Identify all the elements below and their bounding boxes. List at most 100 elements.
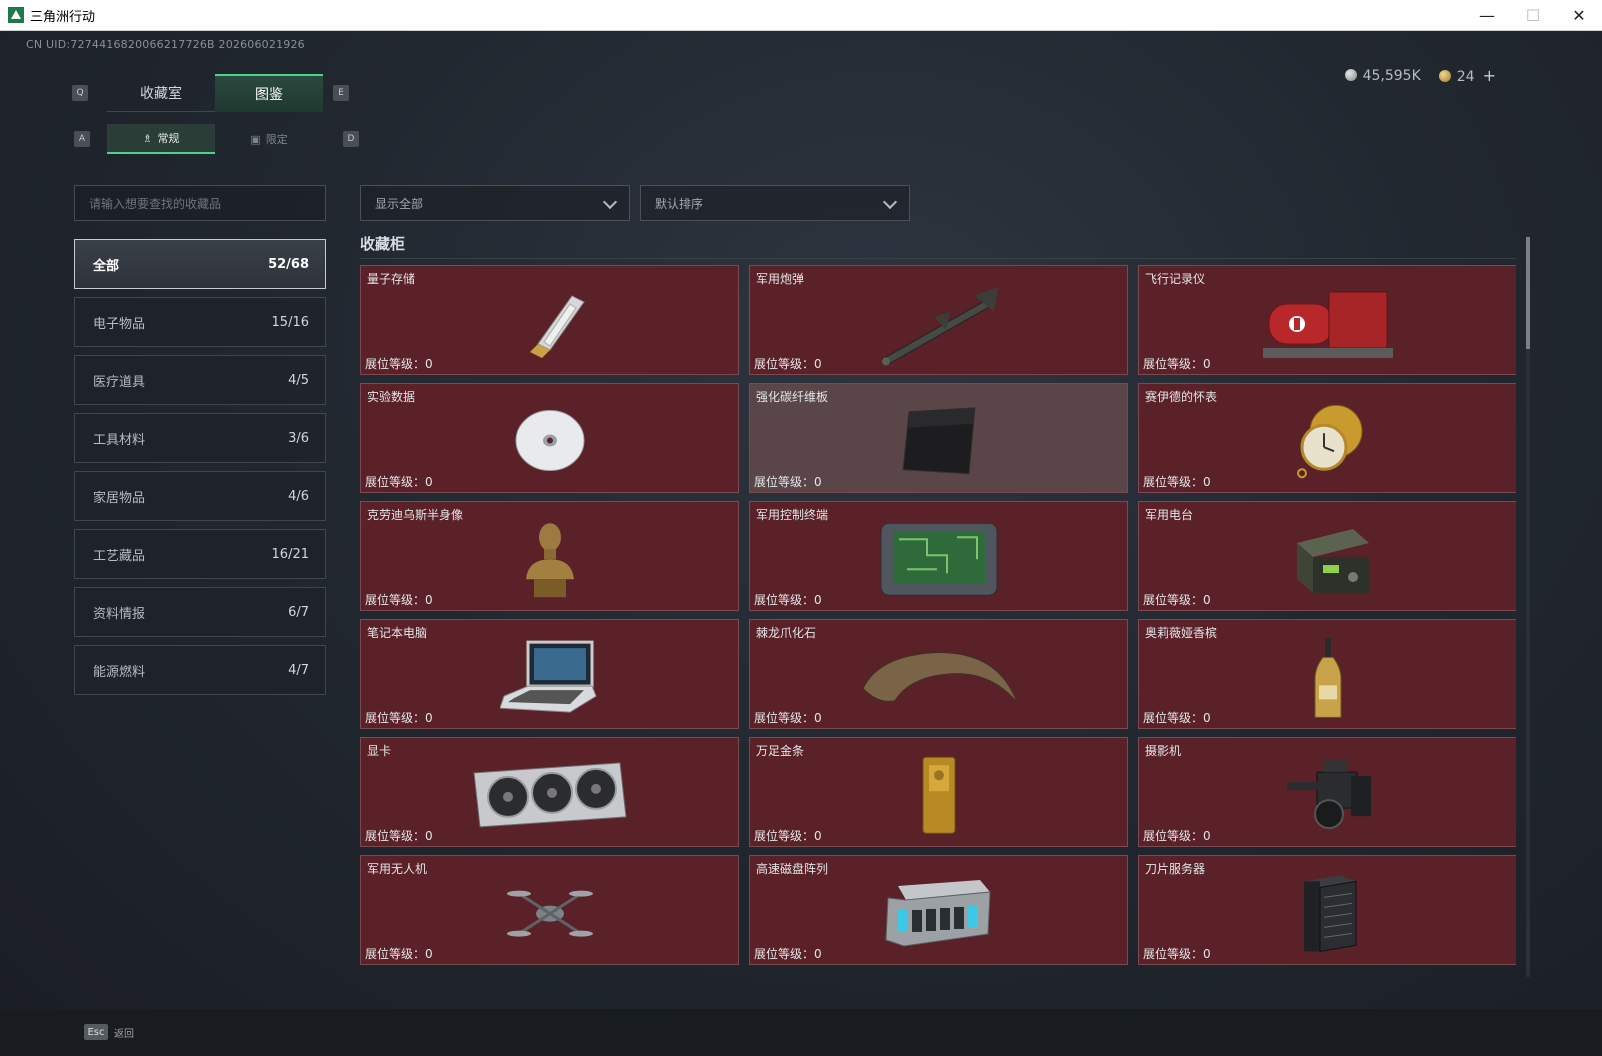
item-name: 赛伊德的怀表 [1145,390,1218,404]
item-level: 展位等级：0 [754,475,822,489]
item-card[interactable]: 军用无人机 展位等级：0 [360,855,739,965]
item-level: 展位等级：0 [1143,711,1211,725]
gold-currency: 24 + [1438,66,1496,85]
item-name: 强化碳纤维板 [756,390,829,404]
pocket-watch-icon [1296,404,1362,479]
subtab-regular[interactable]: ♗ 常规 [107,124,215,154]
item-name: 棘龙爪化石 [756,626,817,640]
add-currency-button[interactable]: + [1483,66,1496,85]
category-label: 能源燃料 [93,664,146,680]
item-name: 克劳迪乌斯半身像 [367,508,464,522]
minimize-button[interactable]: — [1464,0,1510,31]
uid-label: CN UID:7274416820066217726B 202606021926 [26,38,305,51]
category-household[interactable]: 家居物品 4/6 [74,471,326,521]
item-name: 笔记本电脑 [367,626,428,640]
bottom-bar [0,1009,1602,1056]
window-titlebar: 三角洲行动 — ☐ ✕ [0,0,1602,31]
item-card[interactable]: 棘龙爪化石 展位等级：0 [749,619,1128,729]
flight-recorder-icon [1262,291,1393,358]
item-name: 显卡 [367,744,392,758]
usb-storage-icon [529,295,585,358]
item-card[interactable]: 显卡 展位等级：0 [360,737,739,847]
category-medical[interactable]: 医疗道具 4/5 [74,355,326,405]
bottle-icon: ♗ [142,131,153,145]
category-label: 工具材料 [93,432,146,448]
item-card[interactable]: 刀片服务器 展位等级：0 [1138,855,1516,965]
item-card[interactable]: 实验数据 展位等级：0 [360,383,739,493]
sort-dropdown[interactable]: 默认排序 [640,185,910,221]
key-hint-prev-tab: Q [72,85,88,101]
item-level: 展位等级：0 [754,357,822,371]
category-all[interactable]: 全部 52/68 [74,239,326,289]
category-list: 全部 52/68 电子物品 15/16 医疗道具 4/5 工具材料 3/6 家居物品 4/… [74,239,326,703]
gold-amount: 24 [1456,69,1475,85]
tab-catalog[interactable]: 图鉴 [215,74,323,112]
key-hint-next-tab: E [333,85,349,101]
item-card[interactable]: 军用电台 展位等级：0 [1138,501,1516,611]
key-hint-next-subtab: D [343,131,359,147]
carbon-plate-icon [901,407,976,475]
category-tools[interactable]: 工具材料 3/6 [74,413,326,463]
item-card[interactable]: 军用炮弹 展位等级：0 [749,265,1128,375]
item-level: 展位等级：0 [365,711,433,725]
currency-bar: 45,595K 24 + [1344,66,1496,85]
window-controls: — ☐ ✕ [1464,0,1602,31]
item-level: 展位等级：0 [754,593,822,607]
item-grid: 量子存储 展位等级：0 军用炮弹 展位等级：0 飞行记录仪 展位等级：0 实验数… [360,265,1516,975]
item-name: 万足金条 [756,744,805,758]
category-label: 资料情报 [93,606,146,622]
item-card[interactable]: 量子存储 展位等级：0 [360,265,739,375]
back-label[interactable]: 返回 [114,1025,134,1040]
filter-dropdown[interactable]: 显示全部 [360,185,630,221]
search-input[interactable]: 请输入想要查找的收藏品 [74,185,326,221]
category-count: 6/7 [288,604,309,620]
category-intel[interactable]: 资料情报 6/7 [74,587,326,637]
item-card[interactable]: 摄影机 展位等级：0 [1138,737,1516,847]
category-label: 工艺藏品 [93,548,146,564]
category-energy[interactable]: 能源燃料 4/7 [74,645,326,695]
item-name: 摄影机 [1145,744,1182,758]
graphics-card-icon [472,762,627,828]
main-tabs: 收藏室 图鉴 [107,74,323,112]
item-level: 展位等级：0 [1143,475,1211,489]
app-logo-icon [8,7,24,23]
category-electronics[interactable]: 电子物品 15/16 [74,297,326,347]
silver-amount: 45,595K [1362,67,1421,84]
grid-scrollbar[interactable] [1526,237,1530,977]
game-viewport: CN UID:7274416820066217726B 202606021926… [0,31,1602,1056]
item-name: 量子存储 [367,272,416,286]
gold-coin-icon [1438,70,1451,82]
item-card[interactable]: 赛伊德的怀表 展位等级：0 [1138,383,1516,493]
item-card[interactable]: 克劳迪乌斯半身像 展位等级：0 [360,501,739,611]
section-title: 收藏柜 [360,235,406,253]
item-level: 展位等级：0 [1143,829,1211,843]
item-level: 展位等级：0 [754,829,822,843]
item-level: 展位等级：0 [1143,357,1211,371]
category-count: 15/16 [271,314,309,330]
item-card[interactable]: 高速磁盘阵列 展位等级：0 [749,855,1128,965]
item-card[interactable]: 奥莉薇娅香槟 展位等级：0 [1138,619,1516,729]
frame-icon: ▣ [250,132,261,146]
item-card[interactable]: 万足金条 展位等级：0 [749,737,1128,847]
category-count: 16/21 [271,546,309,562]
tab-collection-room[interactable]: 收藏室 [107,74,215,112]
item-name: 奥莉薇娅香槟 [1145,626,1218,640]
maximize-button[interactable]: ☐ [1510,0,1556,31]
scrollbar-thumb[interactable] [1526,237,1530,349]
category-crafts[interactable]: 工艺藏品 16/21 [74,529,326,579]
item-card[interactable]: 强化碳纤维板 展位等级：0 [749,383,1128,493]
item-card[interactable]: 笔记本电脑 展位等级：0 [360,619,739,729]
bust-icon [525,523,574,598]
radio-icon [1296,529,1369,594]
item-card[interactable]: 飞行记录仪 展位等级：0 [1138,265,1516,375]
item-card[interactable]: 军用控制终端 展位等级：0 [749,501,1128,611]
esc-key-hint[interactable]: Esc [84,1024,108,1040]
subtab-limited[interactable]: ▣ 限定 [215,124,323,154]
category-count: 3/6 [288,430,309,446]
close-button[interactable]: ✕ [1556,0,1602,31]
filter-dropdown-value: 显示全部 [375,196,424,211]
item-name: 军用无人机 [367,862,428,876]
chevron-down-icon [882,194,898,210]
silver-coin-icon [1344,68,1357,81]
disc-icon [515,410,584,472]
